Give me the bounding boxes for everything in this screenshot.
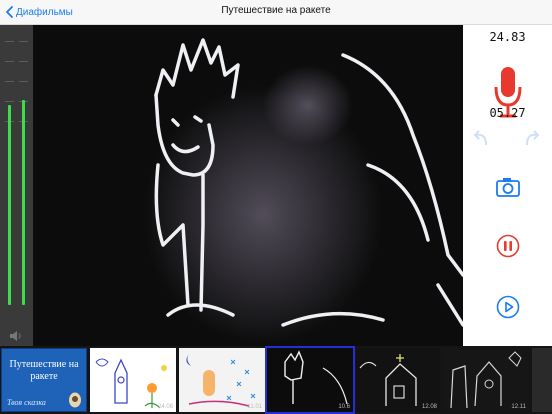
meter-tick	[19, 41, 28, 42]
chalk-house-thumb	[359, 354, 417, 406]
chalk-eye	[171, 118, 180, 127]
nav-bar: Диафильмы Путешествие на ракете	[0, 0, 552, 25]
meter-tick	[19, 61, 28, 62]
recorder-panel: 24.83 05.27	[463, 25, 552, 346]
chalk-scene-thumb	[450, 351, 522, 409]
chalk-thumb	[284, 350, 348, 405]
level-bar-right	[22, 100, 25, 305]
meter-tick	[19, 81, 28, 82]
filmstrip: Путешествие на ракете Твоя сказка 24.06	[0, 346, 552, 414]
frame-thumbnail-partial[interactable]	[532, 348, 552, 412]
frame-label: 12.11	[511, 404, 526, 410]
camera-icon[interactable]	[496, 177, 520, 197]
meter-tick	[5, 101, 14, 102]
cover-subtitle: Твоя сказка	[7, 398, 46, 407]
frame-label: 10.6	[338, 404, 350, 410]
meter-tick	[5, 61, 14, 62]
meter-tick	[5, 41, 14, 42]
meter-tick	[5, 81, 14, 82]
speaker-icon	[10, 331, 21, 341]
back-label: Диафильмы	[16, 6, 73, 18]
chalk-drawing	[143, 38, 463, 345]
smudge-shadow	[263, 65, 353, 145]
page-title: Путешествие на ракете	[221, 5, 331, 16]
portrait-icon	[69, 392, 81, 408]
chalk-body	[199, 173, 205, 312]
chevron-left-icon	[6, 6, 13, 18]
level-meter-right	[18, 31, 29, 337]
remaining-time: 05.27	[489, 106, 526, 120]
rocket-drawing	[95, 358, 167, 409]
chalk-crown	[154, 38, 240, 99]
level-bar-left	[8, 105, 11, 305]
frame-thumbnail-cover[interactable]: Путешествие на ракете Твоя сказка	[1, 348, 87, 412]
frame-label: 12.08	[421, 404, 437, 410]
cover-title: Путешествие на ракете	[9, 359, 79, 382]
redo-icon[interactable]	[523, 129, 543, 149]
drawing-canvas[interactable]	[33, 25, 463, 346]
back-button[interactable]: Диафильмы	[6, 4, 73, 20]
space-drawing	[186, 354, 256, 407]
frame-thumbnail[interactable]: 11.01	[179, 348, 265, 412]
chalk-line	[436, 283, 463, 327]
frame-thumbnail-selected[interactable]: 10.6	[265, 346, 355, 414]
level-meter-left	[4, 31, 15, 337]
frame-thumbnail[interactable]: 24.06	[90, 348, 176, 412]
pause-button[interactable]	[496, 234, 520, 258]
elapsed-time: 24.83	[489, 30, 526, 44]
frame-label: 11.01	[247, 404, 262, 410]
frame-label: 24.06	[157, 404, 173, 410]
frame-thumbnail[interactable]: 12.08	[356, 348, 440, 412]
undo-icon[interactable]	[470, 129, 490, 149]
audio-level-meters	[0, 25, 33, 346]
frame-thumbnail[interactable]: 12.11	[443, 348, 529, 412]
play-button[interactable]	[496, 295, 520, 319]
